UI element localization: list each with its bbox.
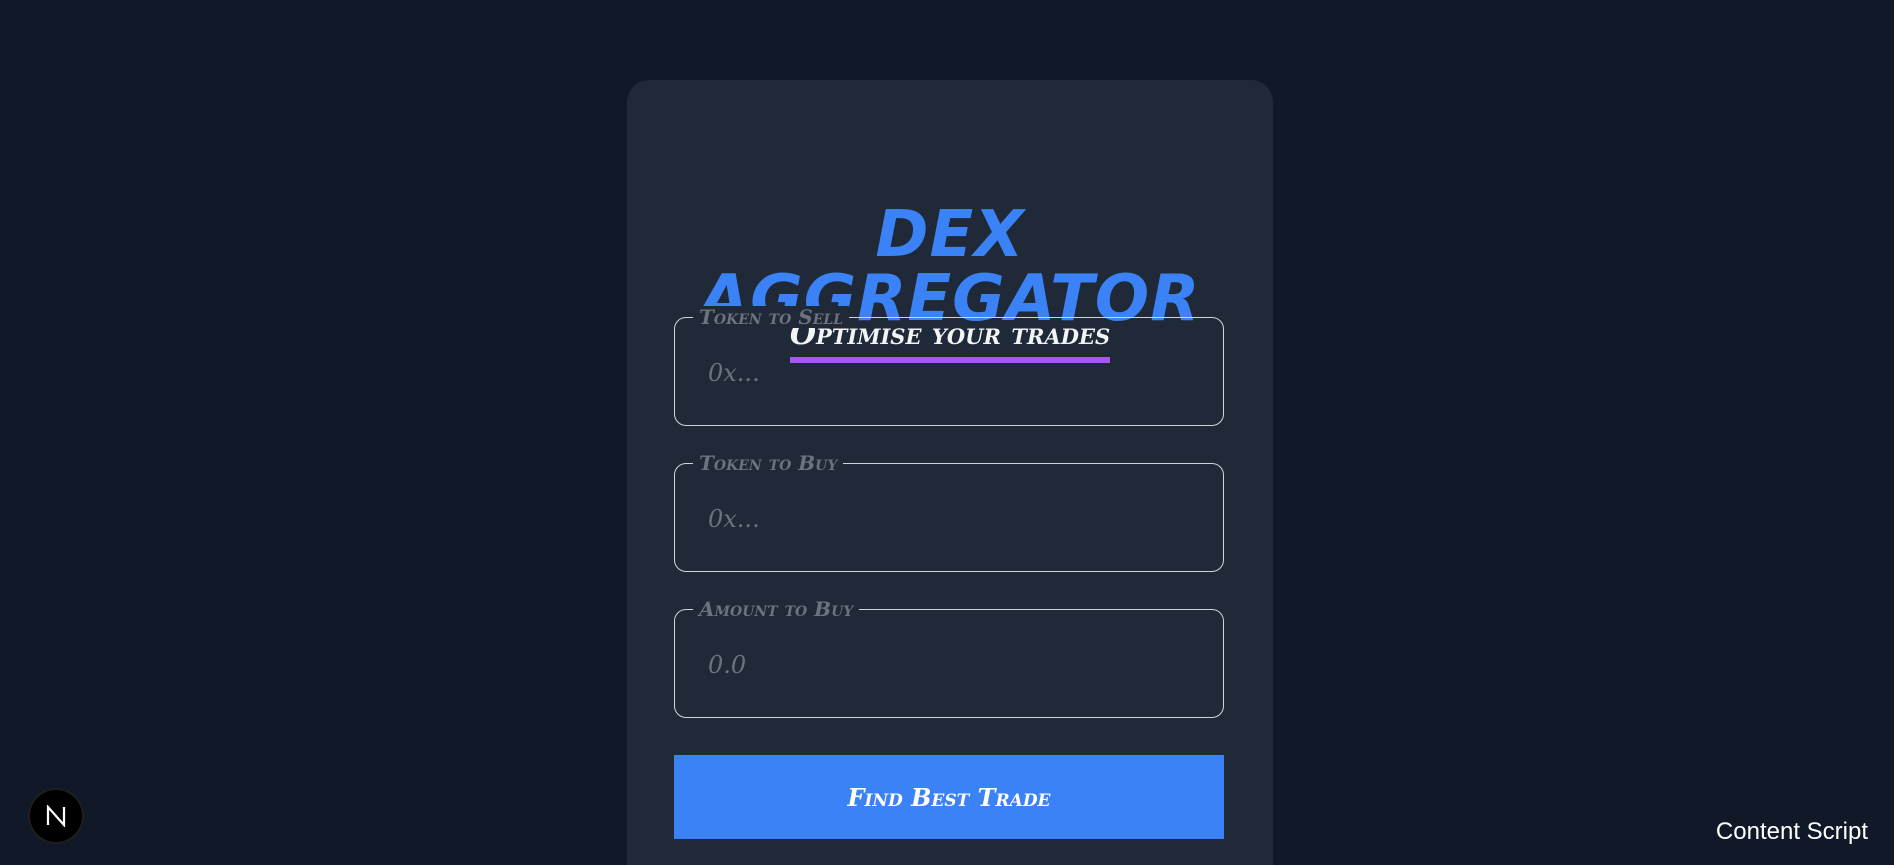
token-sell-label: Token to Sell	[693, 306, 850, 328]
amount-buy-label: Amount to Buy	[693, 598, 860, 620]
nextjs-badge[interactable]	[30, 790, 82, 842]
token-buy-field: Token to Buy	[674, 452, 1224, 572]
nextjs-n-icon	[46, 805, 66, 827]
content-script-label: Content Script	[1715, 818, 1868, 845]
token-sell-input[interactable]	[708, 356, 1188, 390]
token-sell-field: Token to Sell	[674, 306, 1224, 426]
dex-card: DEX AGGREGATOR Optimise your trades Toke…	[627, 80, 1273, 865]
amount-buy-input[interactable]	[708, 648, 1188, 682]
token-buy-input[interactable]	[708, 502, 1188, 536]
page: DEX AGGREGATOR Optimise your trades Toke…	[0, 0, 1894, 865]
amount-buy-field: Amount to Buy	[674, 598, 1224, 718]
token-buy-label: Token to Buy	[693, 452, 844, 474]
find-best-trade-button[interactable]: Find Best Trade	[674, 755, 1224, 839]
